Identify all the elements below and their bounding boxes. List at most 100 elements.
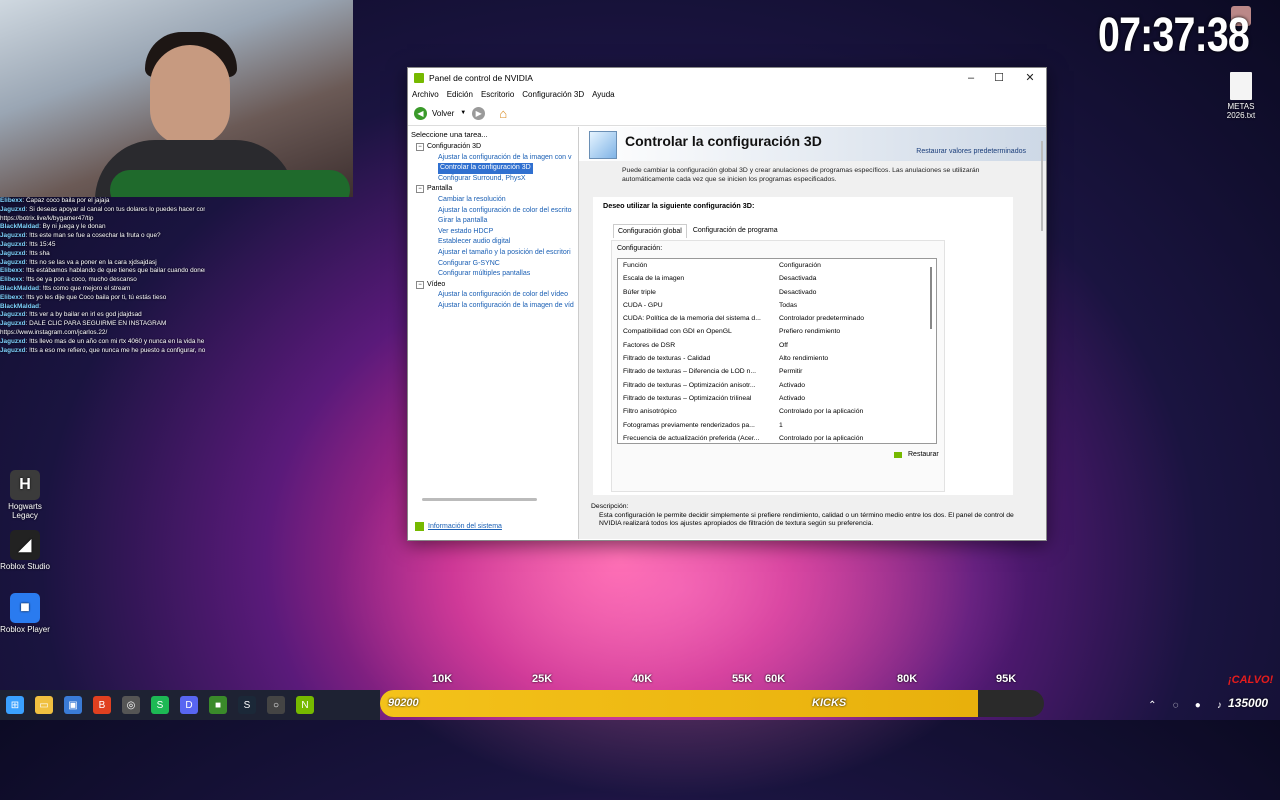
tab-global-settings[interactable]: Configuración global bbox=[613, 224, 687, 238]
settings-row[interactable]: Filtrado de texturas - Calidad Alto rendi… bbox=[618, 352, 936, 365]
tree-item[interactable]: Establecer audio digital bbox=[408, 237, 578, 248]
setting-value[interactable]: 1 bbox=[771, 419, 929, 432]
settings-row[interactable]: Filtrado de texturas – Optimización anis… bbox=[618, 379, 936, 392]
menu-ayuda[interactable]: Ayuda bbox=[592, 90, 615, 99]
chat-text: : !tts sha bbox=[25, 249, 50, 257]
minecraft-icon[interactable]: ■ bbox=[209, 696, 227, 714]
tree-item[interactable]: Ajustar la configuración de la imagen co… bbox=[408, 153, 578, 164]
windows-start-icon[interactable]: ⊞ bbox=[6, 696, 24, 714]
tree-category[interactable]: − Pantalla bbox=[408, 184, 578, 195]
forward-button[interactable]: ▶ bbox=[472, 106, 486, 120]
menu-configuracion-3d[interactable]: Configuración 3D bbox=[522, 90, 584, 99]
setting-value[interactable]: Alto rendimiento bbox=[771, 352, 929, 365]
restore-defaults-link[interactable]: Restaurar valores predeterminados bbox=[916, 148, 1026, 155]
menu-edicion[interactable]: Edición bbox=[447, 90, 473, 99]
tree-item[interactable]: Configurar Surround, PhysX bbox=[408, 174, 578, 185]
settings-row[interactable]: CUDA: Política de la memoria del sistema… bbox=[618, 312, 936, 325]
chat-username: Elibexx bbox=[0, 293, 23, 301]
desktop-icon-label: Hogwarts Legacy bbox=[8, 502, 42, 520]
setting-value[interactable]: Desactivado bbox=[771, 286, 929, 299]
steam-icon[interactable]: S bbox=[238, 696, 256, 714]
setting-value[interactable]: Todas bbox=[771, 299, 929, 312]
setting-value[interactable]: Controlado por la aplicación bbox=[771, 405, 929, 418]
setting-function: CUDA - GPU bbox=[623, 301, 663, 309]
title-bar[interactable]: Panel de control de NVIDIA – ☐ ✕ bbox=[408, 68, 1046, 87]
photos-icon[interactable]: ▣ bbox=[64, 696, 82, 714]
tree-item[interactable]: Controlar la configuración 3D bbox=[408, 163, 578, 174]
menu-escritorio[interactable]: Escritorio bbox=[481, 90, 514, 99]
settings-row[interactable]: CUDA - GPU Todas bbox=[618, 299, 936, 312]
back-button[interactable]: ◀ Volver ▼ bbox=[414, 106, 466, 120]
grid-scrollbar[interactable] bbox=[930, 267, 932, 329]
settings-row[interactable]: Filtro anisotrópico Controlado por la apl… bbox=[618, 405, 936, 418]
close-button[interactable]: ✕ bbox=[1015, 70, 1045, 86]
setting-value[interactable]: Off bbox=[771, 339, 929, 352]
home-button[interactable]: ⌂ bbox=[499, 106, 507, 121]
task-tree: − Configuración 3D Ajustar la configuració… bbox=[408, 142, 578, 312]
tree-item[interactable]: Ajustar la configuración de color del es… bbox=[408, 206, 578, 217]
settings-row[interactable]: Frecuencia de actualización preferida (A… bbox=[618, 432, 936, 443]
system-info-link[interactable]: Información del sistema bbox=[415, 522, 502, 531]
microphone-icon[interactable]: ● bbox=[1195, 700, 1201, 711]
nvidia-icon[interactable]: N bbox=[296, 696, 314, 714]
chat-text: : Si deseas apoyar al canal con tus dola… bbox=[25, 205, 205, 213]
collapse-icon[interactable]: − bbox=[416, 143, 424, 151]
network-icon[interactable]: ◌ bbox=[1173, 700, 1179, 711]
collapse-icon[interactable]: − bbox=[416, 280, 424, 289]
goal-marker: 10K bbox=[432, 673, 453, 685]
desktop-icon-roblox-studio[interactable]: ◢ Roblox Studio bbox=[0, 530, 50, 571]
speaker-icon[interactable]: ♪ bbox=[1217, 700, 1222, 711]
tree-item[interactable]: Ajustar el tamaño y la posición del escr… bbox=[408, 248, 578, 259]
settings-row[interactable]: Filtrado de texturas – Optimización tril… bbox=[618, 392, 936, 405]
tree-category[interactable]: − Configuración 3D bbox=[408, 142, 578, 153]
tree-item[interactable]: Ajustar la configuración de color del ví… bbox=[408, 290, 578, 301]
horizontal-scrollbar[interactable] bbox=[422, 498, 537, 501]
collapse-icon[interactable]: − bbox=[416, 185, 424, 194]
column-header-function: Función bbox=[623, 262, 648, 269]
desktop-icon-roblox-player[interactable]: ■ Roblox Player bbox=[0, 593, 50, 634]
tree-category-label: Vídeo bbox=[427, 280, 446, 288]
tab-program-settings[interactable]: Configuración de programa bbox=[689, 224, 782, 238]
settings-row[interactable]: Escala de la imagen Desactivada bbox=[618, 272, 936, 285]
discord-icon[interactable]: D bbox=[180, 696, 198, 714]
chat-message: Elibexx: !tts estábamos hablando de que … bbox=[0, 267, 205, 276]
tree-item[interactable]: Cambiar la resolución bbox=[408, 195, 578, 206]
settings-row[interactable]: Factores de DSR Off bbox=[618, 339, 936, 352]
tree-item[interactable]: Girar la pantalla bbox=[408, 216, 578, 227]
ring-app-icon[interactable]: ○ bbox=[267, 696, 285, 714]
chevron-up-icon[interactable]: ⌃ bbox=[1148, 700, 1156, 711]
tree-item[interactable]: Configurar G-SYNC bbox=[408, 259, 578, 270]
setting-value[interactable]: Activado bbox=[771, 392, 929, 405]
desktop-icon-hogwarts[interactable]: H Hogwarts Legacy bbox=[0, 470, 50, 520]
tree-item[interactable]: Configurar múltiples pantallas bbox=[408, 269, 578, 280]
settings-row[interactable]: Fotogramas previamente renderizados pa..… bbox=[618, 419, 936, 432]
goal-marker: 95K bbox=[996, 673, 1017, 685]
vertical-scrollbar[interactable] bbox=[1041, 141, 1043, 231]
chat-username: Jaguzxd bbox=[0, 346, 26, 354]
spotify-icon[interactable]: S bbox=[151, 696, 169, 714]
back-arrow-icon: ◀ bbox=[414, 106, 427, 120]
chevron-down-icon[interactable]: ▼ bbox=[460, 110, 466, 116]
menu-archivo[interactable]: Archivo bbox=[412, 90, 439, 99]
setting-value[interactable]: Controlado por la aplicación bbox=[771, 432, 929, 443]
file-explorer-icon[interactable]: ▭ bbox=[35, 696, 53, 714]
setting-value[interactable]: Controlador predeterminado bbox=[771, 312, 929, 325]
setting-value[interactable]: Activado bbox=[771, 379, 929, 392]
desktop-icon-metas[interactable]: METAS 2026.txt bbox=[1216, 72, 1266, 120]
tree-item[interactable]: Ver estado HDCP bbox=[408, 227, 578, 238]
setting-value[interactable]: Prefiero rendimiento bbox=[771, 325, 929, 338]
tree-category[interactable]: − Vídeo bbox=[408, 280, 578, 291]
settings-row[interactable]: Filtrado de texturas – Diferencia de LOD… bbox=[618, 365, 936, 378]
tree-item-label: Ajustar la configuración de color del ví… bbox=[438, 291, 568, 299]
restore-button[interactable]: Restaurar bbox=[894, 451, 939, 458]
chat-message: Elibexx: !tts oe ya pon a coco, mucho de… bbox=[0, 276, 205, 285]
maximize-button[interactable]: ☐ bbox=[984, 70, 1014, 86]
setting-value[interactable]: Desactivada bbox=[771, 272, 929, 285]
brave-icon[interactable]: B bbox=[93, 696, 111, 714]
settings-row[interactable]: Búfer triple Desactivado bbox=[618, 286, 936, 299]
tree-item[interactable]: Ajustar la configuración de la imagen de… bbox=[408, 301, 578, 312]
minimize-button[interactable]: – bbox=[956, 70, 986, 86]
setting-value[interactable]: Permitir bbox=[771, 365, 929, 378]
settings-row[interactable]: Compatibilidad con GDI en OpenGL Prefiero… bbox=[618, 325, 936, 338]
obs-icon[interactable]: ◎ bbox=[122, 696, 140, 714]
